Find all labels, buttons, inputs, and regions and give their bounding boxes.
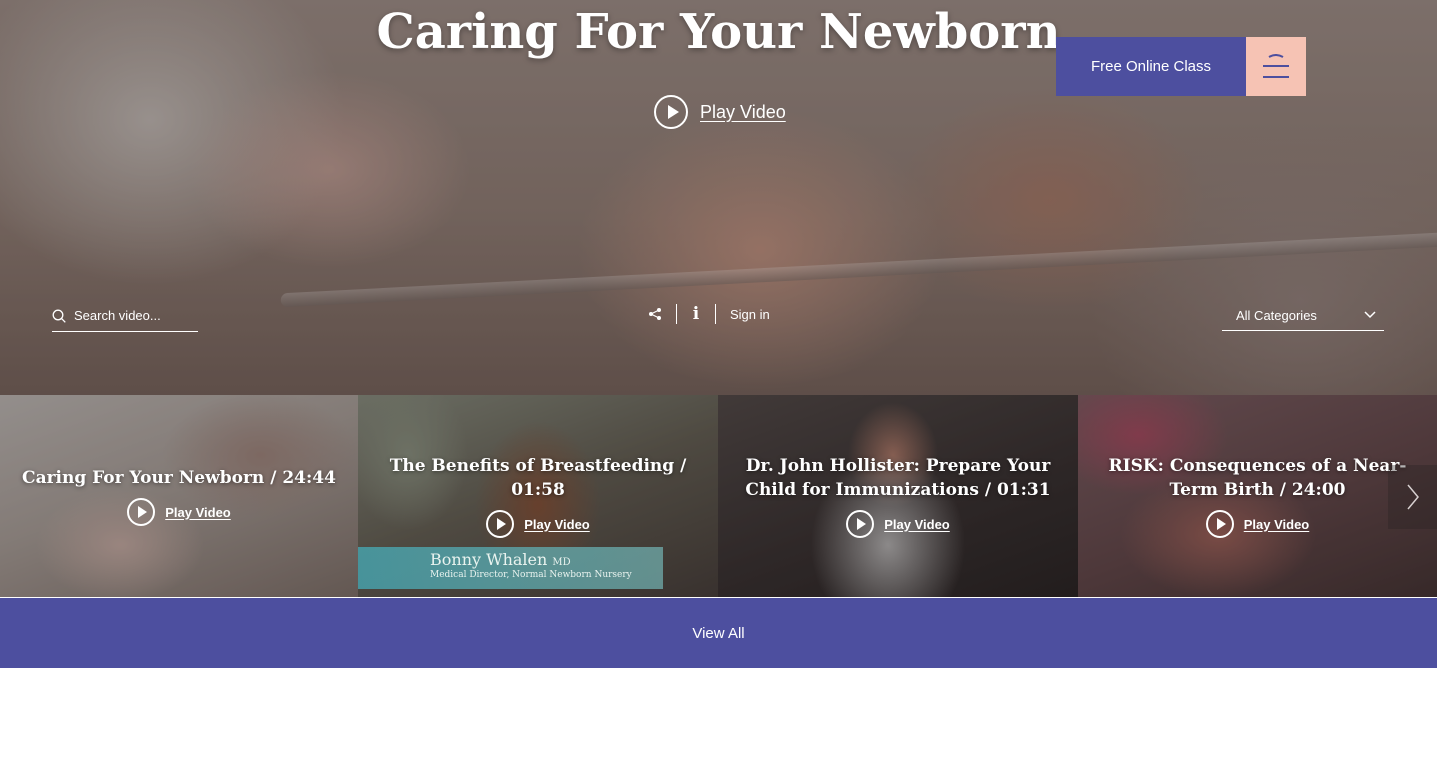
play-icon [127,498,156,526]
free-online-class-button[interactable]: Free Online Class [1056,37,1246,96]
hero-play-video-button[interactable]: Play Video [654,95,786,129]
video-card-content: Caring For Your Newborn / 24:44 Play Vid… [0,395,358,597]
video-title: The Benefits of Breastfeeding / 01:58 [389,456,687,500]
share-icon[interactable] [648,307,662,321]
video-card-content: Dr. John Hollister: Prepare Your Child f… [718,395,1078,597]
search-icon [52,309,66,323]
video-title: RISK: Consequences of a Near-Term Birth … [1108,456,1407,500]
hero-play-label: Play Video [700,101,786,122]
hero-banner: Caring For Your Newborn Play Video Free … [0,0,1437,395]
divider [715,304,716,324]
play-icon [846,510,875,538]
play-icon [486,510,515,538]
video-card[interactable]: RISK: Consequences of a Near-Term Birth … [1078,395,1437,597]
info-icon[interactable]: i [691,304,701,324]
video-title: Dr. John Hollister: Prepare Your Child f… [745,456,1051,500]
divider [676,304,677,324]
play-icon [654,95,688,129]
chevron-right-icon [1406,484,1419,510]
play-video-label: Play Video [1243,516,1310,532]
search-input[interactable] [74,308,184,323]
play-icon [1205,510,1234,538]
video-card[interactable]: Bonny Whalen MD Medical Director, Normal… [358,395,718,597]
video-card-content: RISK: Consequences of a Near-Term Birth … [1078,395,1437,597]
video-title: Caring For Your Newborn / 24:44 [22,468,336,488]
category-select[interactable]: All Categories [1222,300,1384,331]
video-card[interactable]: Caring For Your Newborn / 24:44 Play Vid… [0,395,358,597]
play-video-label: Play Video [165,504,231,520]
carousel-next-button[interactable] [1388,465,1437,529]
play-video-link[interactable]: Play Video [846,510,950,538]
sign-in-link[interactable]: Sign in [730,307,770,322]
play-video-link[interactable]: Play Video [127,498,231,526]
search-box [52,300,198,332]
video-carousel: Caring For Your Newborn / 24:44 Play Vid… [0,395,1437,597]
play-video-label: Play Video [524,516,590,532]
video-card[interactable]: Dr. John Hollister: Prepare Your Child f… [718,395,1078,597]
hamburger-wave-icon [1263,53,1289,78]
menu-button[interactable] [1246,37,1306,96]
view-all-button[interactable]: View All [0,598,1437,668]
play-video-link[interactable]: Play Video [486,510,590,538]
toolbar-actions: i Sign in [648,302,770,326]
video-card-content: The Benefits of Breastfeeding / 01:58 Pl… [358,395,718,597]
chevron-down-icon [1364,311,1376,319]
play-video-link[interactable]: Play Video [1205,510,1310,538]
play-video-label: Play Video [884,516,950,532]
category-selected-label: All Categories [1236,307,1317,323]
